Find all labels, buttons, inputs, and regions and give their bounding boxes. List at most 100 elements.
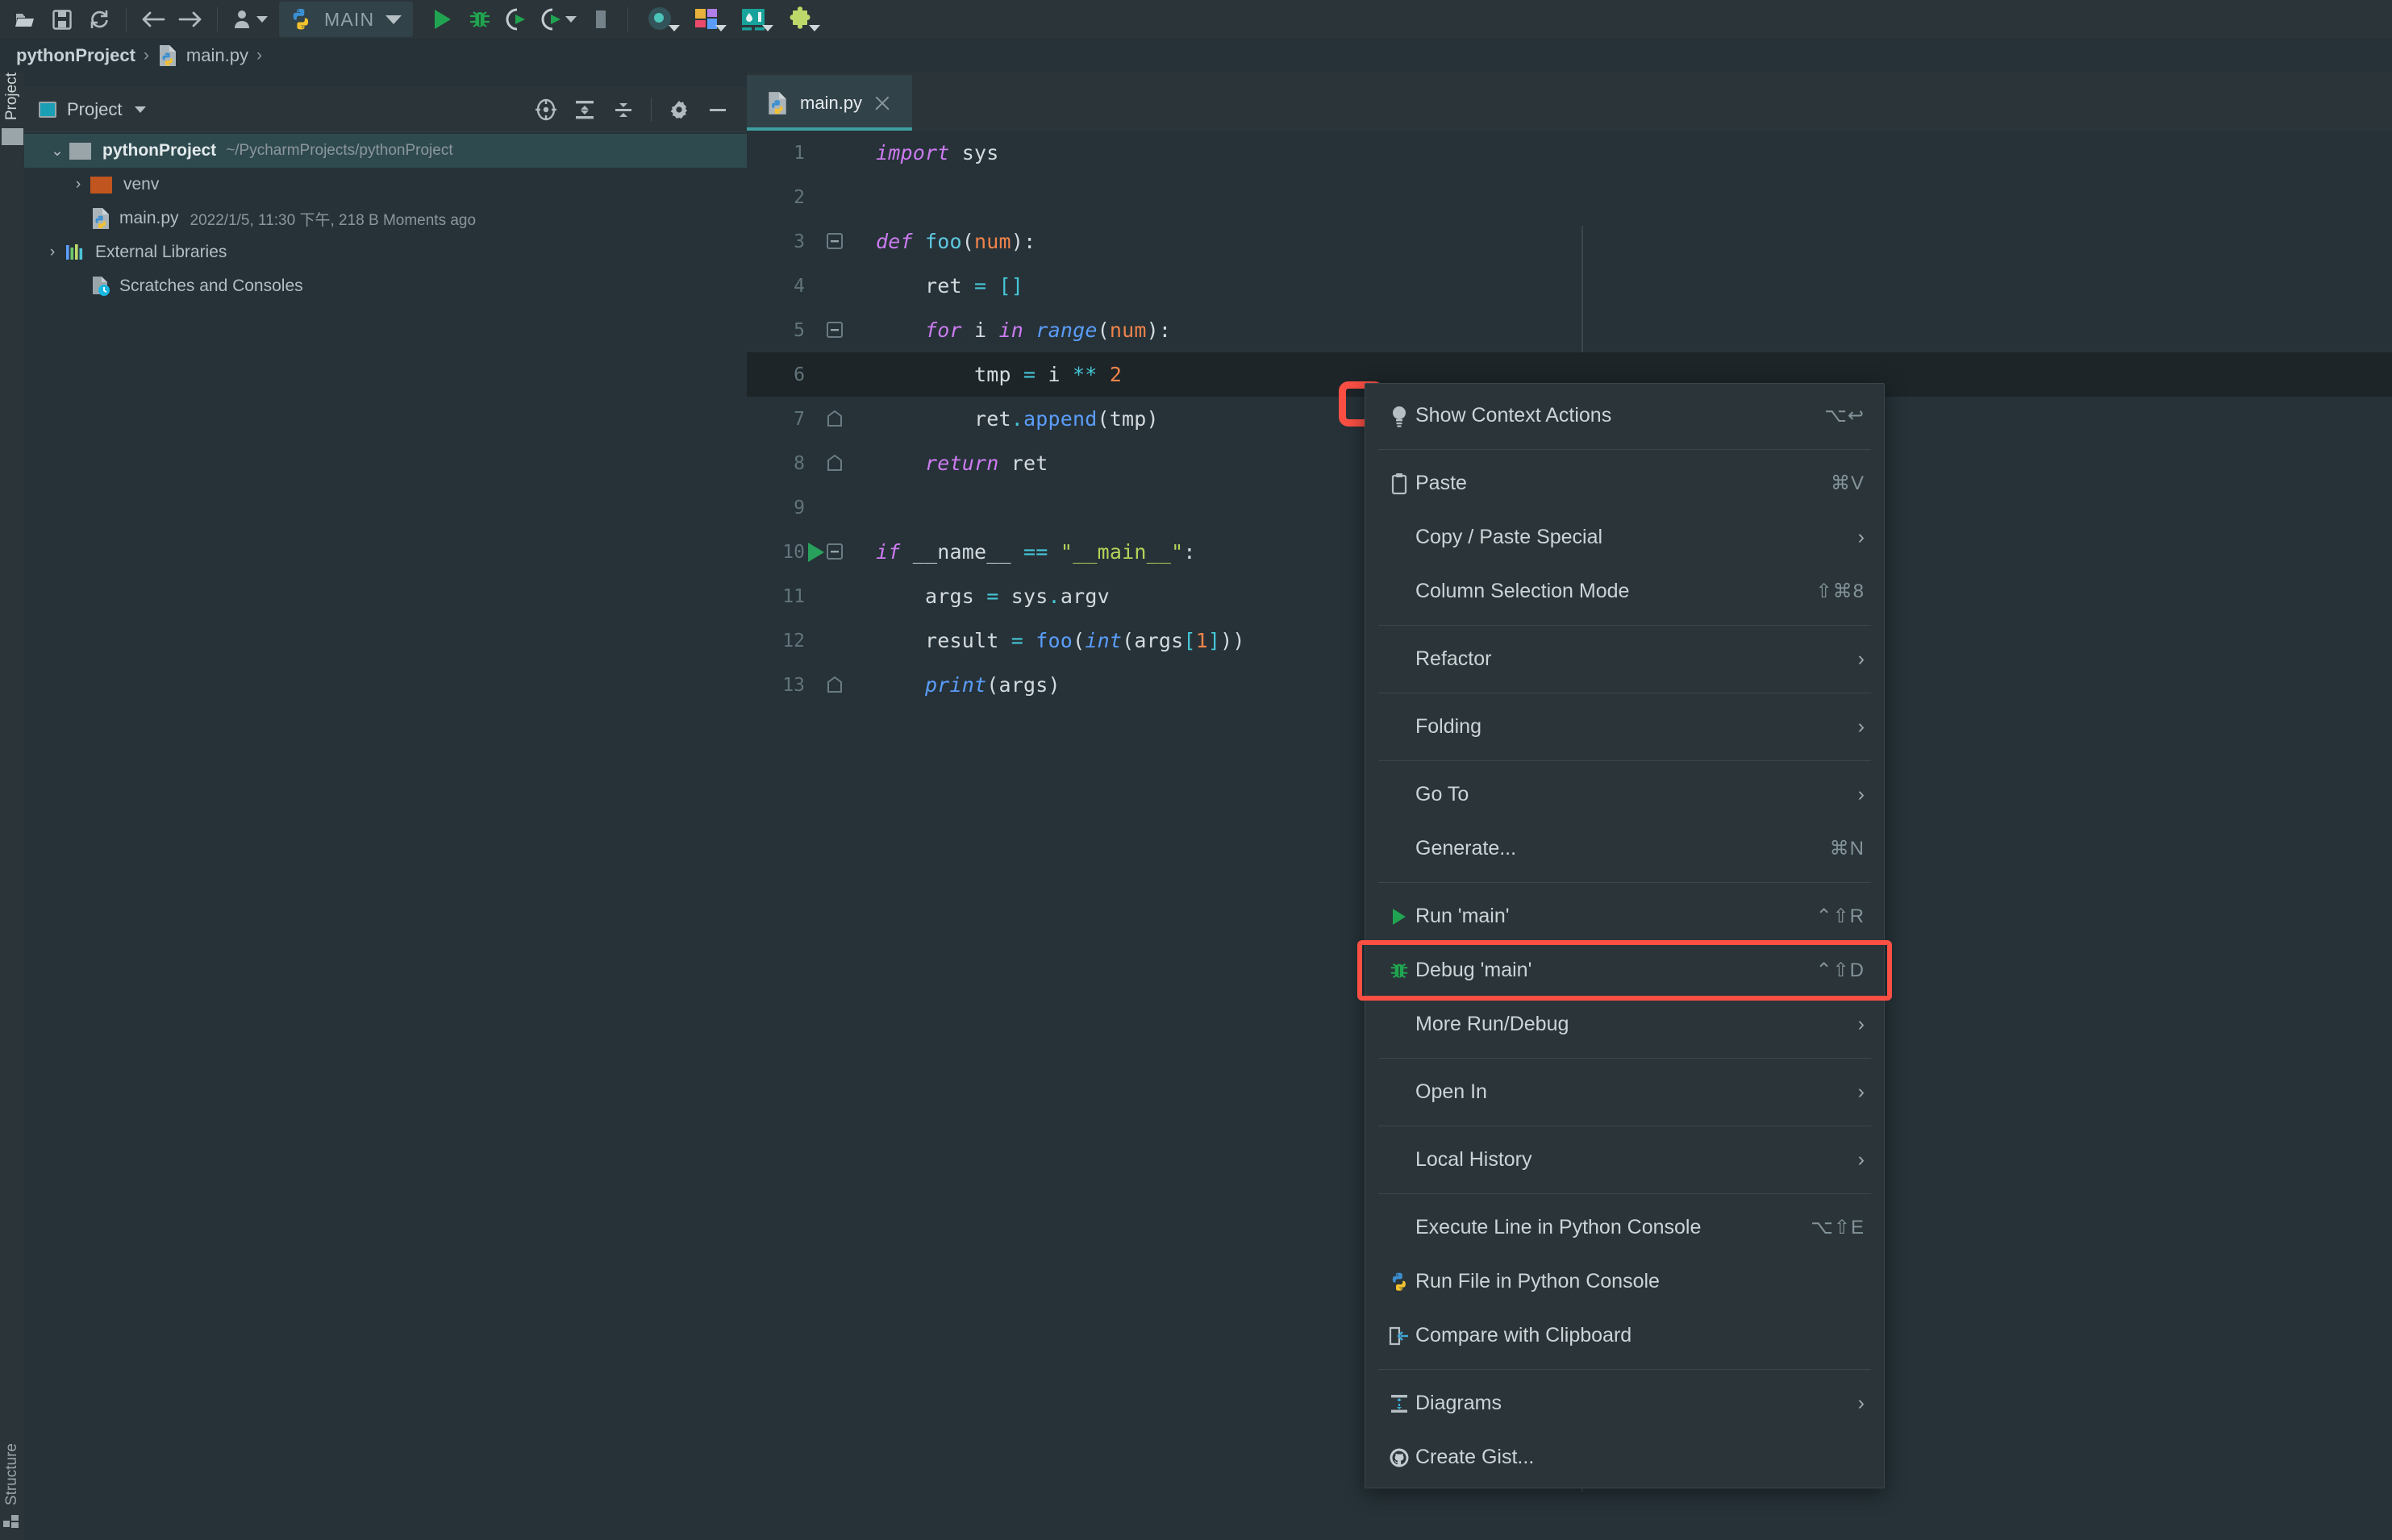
menu-item-column-selection-mode[interactable]: Column Selection Mode ⇧⌘8 <box>1365 564 1884 618</box>
compare-icon <box>1389 1326 1408 1345</box>
chevron-down-icon[interactable]: ⌄ <box>45 142 69 160</box>
lightbulb-icon <box>1383 405 1415 427</box>
editor-gutter[interactable] <box>805 264 861 308</box>
editor-gutter[interactable] <box>805 308 861 352</box>
editor-gutter[interactable] <box>805 574 861 618</box>
menu-item-show-context-actions[interactable]: Show Context Actions ⌥↩ <box>1365 389 1884 443</box>
search-caret-icon <box>669 25 681 31</box>
editor-gutter[interactable] <box>805 618 861 663</box>
menu-item-debug-main[interactable]: Debug 'main' ⌃⇧D <box>1357 940 1892 1001</box>
menu-item-more-run-debug[interactable]: More Run/Debug › <box>1365 997 1884 1051</box>
fold-collapse-icon[interactable] <box>826 543 844 560</box>
line-number: 2 <box>794 186 805 208</box>
fold-end-icon[interactable] <box>827 676 843 693</box>
hide-panel-icon[interactable] <box>700 92 736 127</box>
fold-end-icon[interactable] <box>827 410 843 427</box>
breadcrumb-file[interactable]: main.py <box>186 45 248 66</box>
chevron-right-icon[interactable]: › <box>66 176 90 194</box>
tree-item-mainpy[interactable]: main.py 2022/1/5, 11:30 下午, 218 B Moment… <box>24 202 747 235</box>
menu-item-create-gist[interactable]: Create Gist... <box>1365 1430 1884 1484</box>
collapse-all-icon[interactable] <box>606 92 641 127</box>
close-icon[interactable] <box>873 94 891 112</box>
menu-item-generate[interactable]: Generate... ⌘N <box>1365 822 1884 876</box>
editor-gutter[interactable] <box>805 441 861 485</box>
settings-gear-icon[interactable] <box>661 92 697 127</box>
navigate-back-icon[interactable] <box>135 3 172 35</box>
chevron-down-icon[interactable] <box>385 15 402 24</box>
menu-item-open-in[interactable]: Open In › <box>1365 1065 1884 1119</box>
code-text: return ret <box>925 452 1048 475</box>
stop-button[interactable] <box>582 3 619 35</box>
tab-mainpy[interactable]: main.py <box>747 73 913 131</box>
run-gutter-icon[interactable] <box>808 543 824 562</box>
run-button[interactable] <box>424 3 461 35</box>
layout-switcher-icon[interactable] <box>683 3 730 35</box>
fold-end-icon[interactable] <box>827 454 843 472</box>
scratches-icon <box>93 277 110 296</box>
tree-item-pythonproject[interactable]: ⌄ pythonProject ~/PycharmProjects/python… <box>24 134 747 168</box>
editor-gutter[interactable] <box>805 530 861 574</box>
navigate-forward-icon[interactable] <box>172 3 209 35</box>
tree-item-external-libraries[interactable]: › External Libraries <box>24 235 747 269</box>
menu-item-compare-with-clipboard[interactable]: Compare with Clipboard <box>1365 1309 1884 1363</box>
project-view-chevron-down-icon[interactable] <box>135 106 147 113</box>
search-everywhere-icon[interactable] <box>636 3 683 35</box>
sidebar-item-project[interactable]: Project <box>0 73 24 146</box>
folder-gray-icon <box>69 142 91 160</box>
run-configuration-selector[interactable]: MAIN <box>279 2 414 37</box>
select-opened-file-icon[interactable] <box>528 92 564 127</box>
code-line[interactable]: 4 ret = [] <box>747 264 2392 308</box>
sync-refresh-icon[interactable] <box>81 3 118 35</box>
sidebar-item-structure[interactable]: Structure <box>0 1443 24 1530</box>
user-profile-icon[interactable] <box>226 3 274 35</box>
plugins-puzzle-icon[interactable] <box>777 3 823 35</box>
menu-item-run-file-in-python-console[interactable]: Run File in Python Console <box>1365 1255 1884 1309</box>
debug-button[interactable] <box>461 3 498 35</box>
tree-item-meta: 2022/1/5, 11:30 下午, 218 B Moments ago <box>190 211 477 229</box>
menu-item-run-main[interactable]: Run 'main' ⌃⇧R <box>1365 889 1884 943</box>
project-tool-window: Project ⌄ pythonProject ~/PycharmProject… <box>24 87 747 1540</box>
database-icon[interactable] <box>730 3 777 35</box>
open-project-icon[interactable] <box>6 3 44 35</box>
tree-item-label: pythonProject <box>102 141 217 160</box>
menu-item-go-to[interactable]: Go To › <box>1365 768 1884 822</box>
fold-collapse-icon[interactable] <box>826 232 844 250</box>
profile-button[interactable] <box>535 3 582 35</box>
menu-item-diagrams[interactable]: Diagrams › <box>1365 1376 1884 1430</box>
editor-gutter[interactable] <box>805 663 861 707</box>
run-with-coverage-button[interactable] <box>498 3 535 35</box>
fold-collapse-icon[interactable] <box>826 321 844 339</box>
code-line[interactable]: 3 def foo(num): <box>747 219 2392 264</box>
editor-gutter[interactable] <box>805 131 861 175</box>
editor-gutter[interactable] <box>805 397 861 441</box>
menu-item-copy-paste-special[interactable]: Copy / Paste Special › <box>1365 510 1884 564</box>
code-line[interactable]: 2 <box>747 175 2392 219</box>
menu-separator <box>1378 1369 1871 1370</box>
editor-gutter[interactable] <box>805 219 861 264</box>
profile-caret-icon <box>565 16 577 23</box>
code-text: import sys <box>876 141 999 164</box>
editor-context-menu[interactable]: Show Context Actions ⌥↩ Paste ⌘V Copy / Past… <box>1357 383 1892 1488</box>
clipboard-icon <box>1391 472 1407 494</box>
code-line[interactable]: 1 import sys <box>747 131 2392 175</box>
python-icon <box>293 8 309 30</box>
menu-item-paste[interactable]: Paste ⌘V <box>1365 456 1884 510</box>
editor-gutter[interactable] <box>805 175 861 219</box>
chevron-right-icon[interactable]: › <box>40 243 65 261</box>
breadcrumb-project[interactable]: pythonProject <box>16 45 135 66</box>
expand-all-icon[interactable] <box>567 92 602 127</box>
tree-item-venv[interactable]: › venv <box>24 168 747 202</box>
menu-item-folding[interactable]: Folding › <box>1365 700 1884 754</box>
menu-item-execute-line-in-python-console[interactable]: Execute Line in Python Console ⌥⇧E <box>1365 1201 1884 1255</box>
code-text: print(args) <box>925 673 1061 697</box>
menu-item-local-history[interactable]: Local History › <box>1365 1133 1884 1187</box>
menu-item-refactor[interactable]: Refactor › <box>1365 632 1884 686</box>
editor-gutter[interactable] <box>805 485 861 530</box>
plugins-caret-icon <box>809 25 821 31</box>
line-number: 6 <box>794 364 805 385</box>
save-all-icon[interactable] <box>44 3 81 35</box>
menu-item-label: Column Selection Mode <box>1415 580 1630 602</box>
editor-gutter[interactable] <box>805 352 861 397</box>
code-line[interactable]: 5 for i in range(num): <box>747 308 2392 352</box>
tree-item-scratches[interactable]: Scratches and Consoles <box>24 269 747 303</box>
